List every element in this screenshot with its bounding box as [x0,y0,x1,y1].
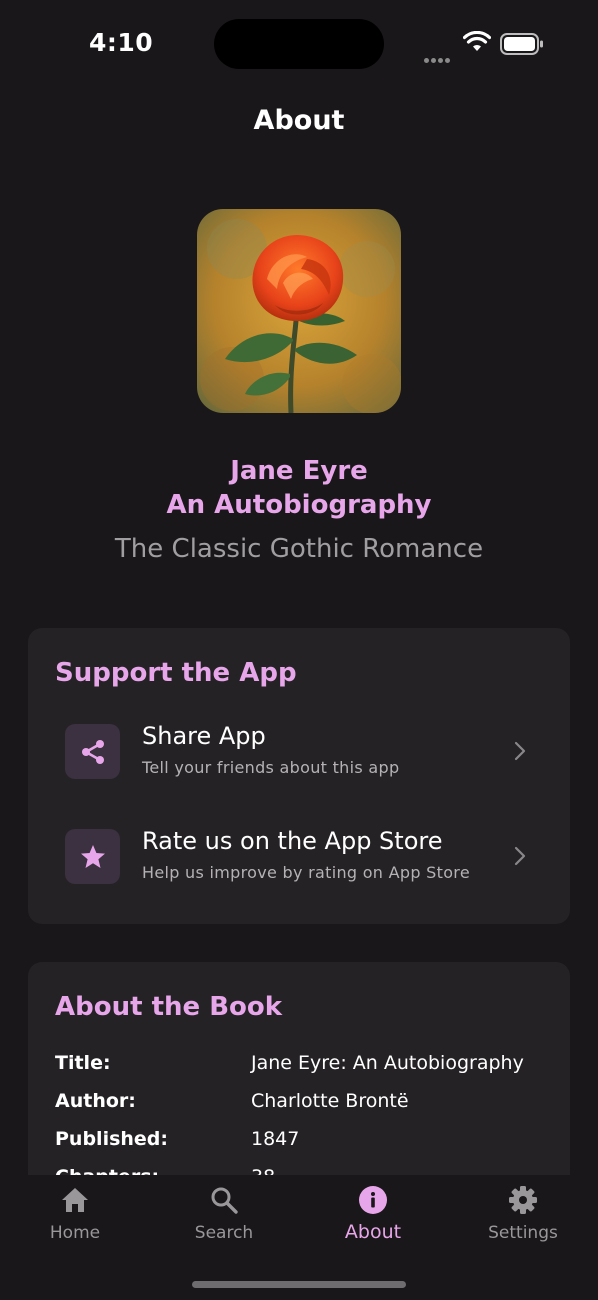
wifi-icon [463,31,491,51]
battery-icon [500,33,543,55]
rate-app-row[interactable]: Rate us on the App Store Help us improve… [28,827,570,919]
share-app-title: Share App [142,722,266,750]
tab-home[interactable]: Home [0,1185,150,1255]
rate-app-title: Rate us on the App Store [142,827,443,855]
about-screen: 4:10 About Jane Eyre An Autobiography Th… [0,0,598,1300]
tab-settings[interactable]: Settings [448,1185,598,1255]
share-app-row[interactable]: Share App Tell your friends about this a… [28,722,570,814]
support-heading: Support the App [55,658,297,688]
signal-icon [424,48,452,67]
star-icon [65,829,120,884]
tab-search[interactable]: Search [149,1185,299,1255]
share-icon [65,724,120,779]
home-icon [62,1188,88,1212]
info-value: 1847 [251,1128,300,1150]
info-label: Title: [55,1052,111,1074]
tab-label: Search [194,1223,254,1243]
gear-icon [509,1186,537,1214]
status-time: 4:10 [89,28,154,57]
tab-label: Home [49,1223,101,1243]
status-bar: 4:10 [0,0,598,90]
support-card: Support the App Share App Tell your frie… [28,628,570,924]
about-book-heading: About the Book [55,992,283,1022]
info-value: Charlotte Brontë [251,1090,409,1112]
info-value: Jane Eyre: An Autobiography [251,1052,524,1074]
tab-about[interactable]: About [298,1185,448,1255]
chevron-right-icon [514,741,526,761]
book-cover-image [197,209,401,413]
info-label: Author: [55,1090,136,1112]
tab-label: Settings [488,1223,558,1243]
home-indicator [192,1281,406,1288]
info-label: Published: [55,1128,168,1150]
book-title-line2: An Autobiography [166,490,432,520]
book-subtitle: The Classic Gothic Romance [114,534,484,564]
chevron-right-icon [514,846,526,866]
page-title: About [253,105,345,136]
rate-app-subtitle: Help us improve by rating on App Store [142,863,470,882]
tab-label: About [344,1221,402,1243]
search-icon [211,1187,238,1214]
dynamic-island [214,19,384,69]
book-title: Jane Eyre An Autobiography [0,454,598,522]
info-icon [359,1186,387,1214]
share-app-subtitle: Tell your friends about this app [142,758,400,777]
book-title-line1: Jane Eyre [230,456,368,486]
